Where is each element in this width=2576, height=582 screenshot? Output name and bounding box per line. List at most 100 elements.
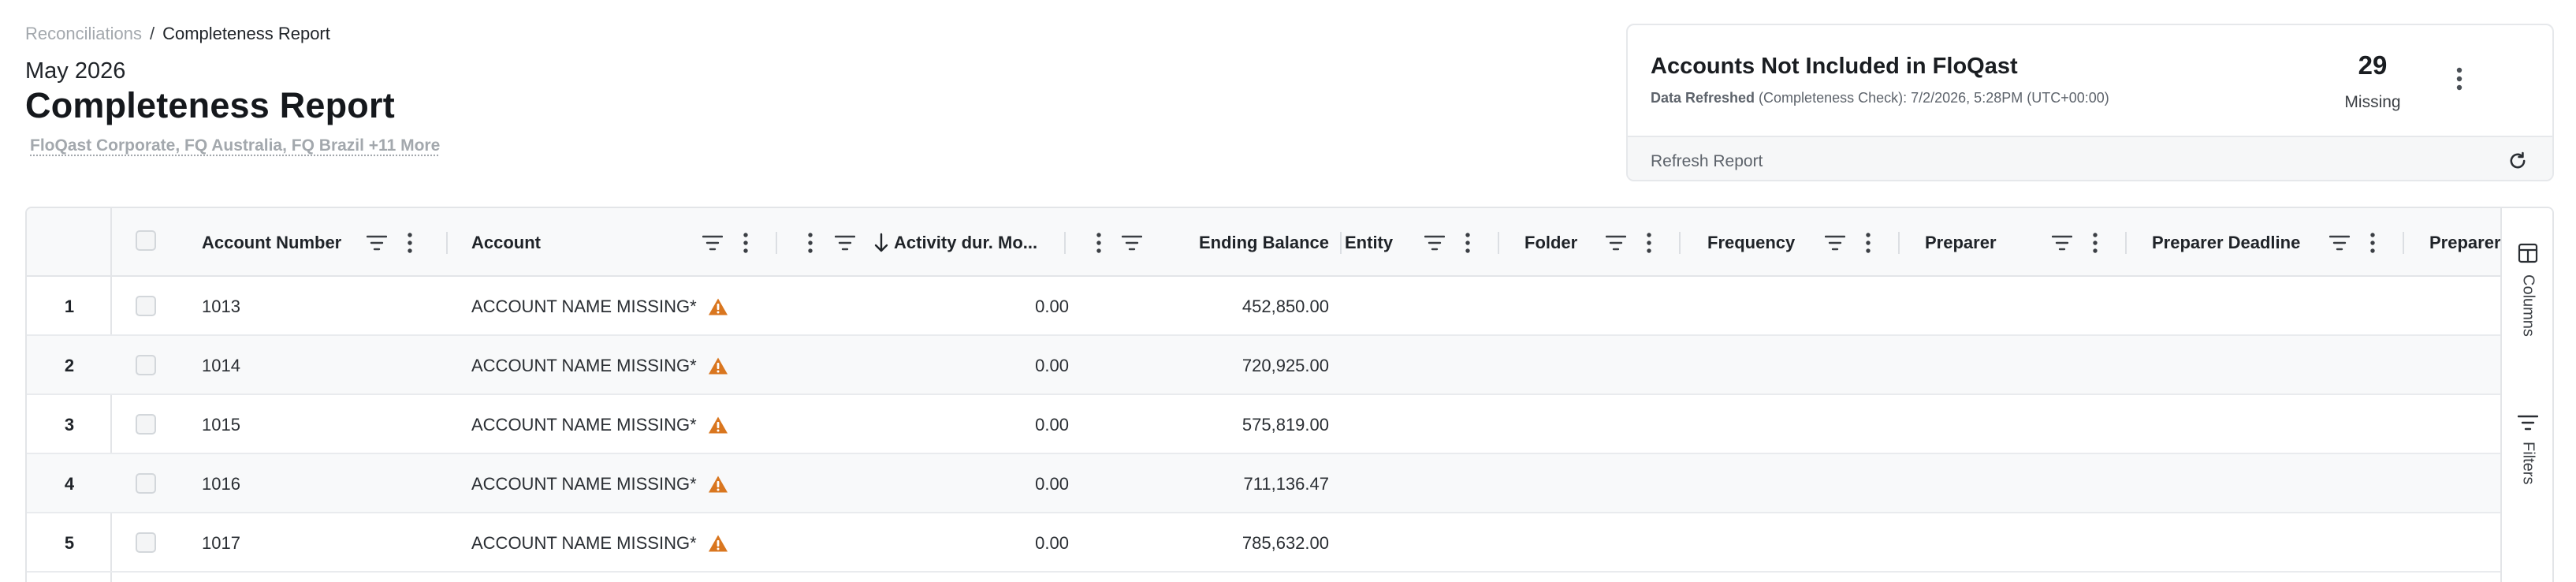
column-separator[interactable] bbox=[1898, 232, 1900, 254]
column-separator[interactable] bbox=[2125, 232, 2127, 254]
column-header-preparer-2[interactable]: Preparer bbox=[2429, 208, 2502, 277]
filters-panel-tab[interactable]: Filters bbox=[2502, 415, 2552, 485]
filter-icon bbox=[2518, 415, 2538, 431]
column-header-entity[interactable]: Entity bbox=[1345, 208, 1393, 277]
account-name: ACCOUNT NAME MISSING* bbox=[471, 473, 697, 494]
column-menu-icon[interactable] bbox=[2087, 230, 2103, 256]
account-name: ACCOUNT NAME MISSING* bbox=[471, 414, 697, 435]
data-refreshed-label: Data Refreshed bbox=[1651, 90, 1755, 106]
account-cell: ACCOUNT NAME MISSING* bbox=[471, 336, 728, 395]
row-checkbox[interactable] bbox=[136, 473, 156, 494]
columns-panel-tab[interactable]: Columns bbox=[2502, 243, 2552, 337]
column-header-preparer-deadline[interactable]: Preparer Deadline bbox=[2152, 208, 2300, 277]
column-menu-icon[interactable] bbox=[2365, 230, 2381, 256]
account-number-cell: 1015 bbox=[202, 414, 240, 435]
column-menu-icon[interactable] bbox=[1460, 230, 1476, 256]
data-refreshed-detail: (Completeness Check): 7/2/2026, 5:28PM (… bbox=[1755, 90, 2109, 106]
ending-balance-cell: 452,850.00 bbox=[1241, 296, 1329, 316]
column-menu-icon[interactable] bbox=[802, 230, 818, 256]
row-number: 5 bbox=[64, 532, 75, 553]
sort-descending-icon[interactable] bbox=[872, 230, 891, 256]
account-cell: ACCOUNT NAME MISSING* bbox=[471, 454, 728, 513]
column-separator[interactable] bbox=[1498, 232, 1499, 254]
filter-icon[interactable] bbox=[1822, 230, 1848, 256]
table-row[interactable]: 2 1014 ACCOUNT NAME MISSING* 0.00 720,92… bbox=[27, 336, 2552, 395]
row-checkbox[interactable] bbox=[136, 532, 156, 553]
filters-tab-label: Filters bbox=[2519, 442, 2537, 485]
filter-icon[interactable] bbox=[700, 230, 725, 256]
summary-card-body: Accounts Not Included in FloQast Data Re… bbox=[1628, 25, 2552, 136]
refresh-icon[interactable] bbox=[2507, 150, 2529, 172]
column-header-activity[interactable]: Activity dur. Mo... bbox=[894, 208, 1067, 277]
column-menu-icon[interactable] bbox=[1091, 230, 1107, 256]
refresh-report-bar: Refresh Report bbox=[1628, 136, 2552, 180]
account-cell: ACCOUNT NAME MISSING* bbox=[471, 277, 728, 336]
column-header-frequency[interactable]: Frequency bbox=[1707, 208, 1795, 277]
breadcrumb-separator: / bbox=[149, 24, 155, 43]
filter-icon[interactable] bbox=[364, 230, 389, 256]
row-number: 2 bbox=[64, 355, 75, 375]
summary-card: Accounts Not Included in FloQast Data Re… bbox=[1626, 24, 2554, 181]
column-menu-icon[interactable] bbox=[402, 230, 418, 256]
column-separator[interactable] bbox=[1679, 232, 1681, 254]
activity-cell: 0.00 bbox=[1035, 532, 1069, 553]
column-header-account[interactable]: Account bbox=[471, 208, 541, 277]
row-number: 1 bbox=[64, 296, 75, 316]
summary-card-title: Accounts Not Included in FloQast bbox=[1651, 54, 2018, 79]
warning-icon bbox=[708, 357, 728, 374]
column-menu-icon[interactable] bbox=[738, 230, 754, 256]
activity-cell: 0.00 bbox=[1035, 355, 1069, 375]
breadcrumb-current: Completeness Report bbox=[162, 24, 330, 43]
data-refreshed-text: Data Refreshed (Completeness Check): 7/2… bbox=[1651, 90, 2109, 106]
filter-icon[interactable] bbox=[2049, 230, 2075, 256]
filter-icon[interactable] bbox=[1603, 230, 1629, 256]
ending-balance-cell: 785,632.00 bbox=[1241, 532, 1329, 553]
column-separator[interactable] bbox=[2403, 232, 2404, 254]
card-kebab-icon[interactable] bbox=[2448, 63, 2471, 95]
account-number-cell: 1014 bbox=[202, 355, 240, 375]
filter-icon[interactable] bbox=[832, 230, 858, 256]
breadcrumb: Reconciliations / Completeness Report bbox=[25, 24, 330, 44]
warning-icon bbox=[708, 298, 728, 315]
filter-icon[interactable] bbox=[1119, 230, 1145, 256]
entity-filter-link[interactable]: FloQast Corporate, FQ Australia, FQ Braz… bbox=[30, 136, 440, 155]
column-menu-icon[interactable] bbox=[1641, 230, 1657, 256]
ending-balance-cell: 720,925.00 bbox=[1241, 355, 1329, 375]
warning-icon bbox=[708, 476, 728, 492]
activity-cell: 0.00 bbox=[1035, 296, 1069, 316]
account-number-cell: 1017 bbox=[202, 532, 240, 553]
column-separator[interactable] bbox=[1340, 232, 1342, 254]
column-separator[interactable] bbox=[776, 232, 777, 254]
filter-icon[interactable] bbox=[2327, 230, 2352, 256]
row-checkbox[interactable] bbox=[136, 296, 156, 316]
period-label: May 2026 bbox=[25, 58, 126, 84]
accounts-grid: Account Number Account Activity dur. Mo.… bbox=[25, 207, 2554, 582]
column-menu-icon[interactable] bbox=[1860, 230, 1876, 256]
activity-cell: 0.00 bbox=[1035, 473, 1069, 494]
column-header-account-number[interactable]: Account Number bbox=[202, 208, 341, 277]
row-checkbox[interactable] bbox=[136, 355, 156, 375]
warning-icon bbox=[708, 535, 728, 551]
column-separator[interactable] bbox=[1064, 232, 1066, 254]
table-row[interactable]: 5 1017 ACCOUNT NAME MISSING* 0.00 785,63… bbox=[27, 513, 2552, 573]
row-checkbox[interactable] bbox=[136, 414, 156, 435]
table-row[interactable]: 4 1016 ACCOUNT NAME MISSING* 0.00 711,13… bbox=[27, 454, 2552, 513]
column-header-folder[interactable]: Folder bbox=[1524, 208, 1577, 277]
column-separator[interactable] bbox=[446, 232, 448, 254]
breadcrumb-reconciliations-link[interactable]: Reconciliations bbox=[25, 24, 142, 44]
activity-cell: 0.00 bbox=[1035, 414, 1069, 435]
column-header-preparer[interactable]: Preparer bbox=[1925, 208, 1997, 277]
account-name: ACCOUNT NAME MISSING* bbox=[471, 355, 697, 375]
table-row[interactable]: 1 1013 ACCOUNT NAME MISSING* 0.00 452,85… bbox=[27, 277, 2552, 336]
warning-icon bbox=[708, 416, 728, 433]
filter-icon[interactable] bbox=[1422, 230, 1447, 256]
columns-icon bbox=[2518, 243, 2538, 263]
column-header-ending-balance[interactable]: Ending Balance bbox=[1146, 208, 1329, 277]
account-cell: ACCOUNT NAME MISSING* bbox=[471, 395, 728, 454]
ending-balance-cell: 711,136.47 bbox=[1243, 473, 1329, 494]
account-number-cell: 1013 bbox=[202, 296, 240, 316]
table-row[interactable]: 3 1015 ACCOUNT NAME MISSING* 0.00 575,81… bbox=[27, 395, 2552, 454]
refresh-report-button[interactable]: Refresh Report bbox=[1651, 152, 1763, 171]
missing-count: 29 bbox=[2358, 50, 2388, 80]
select-all-checkbox[interactable] bbox=[136, 230, 156, 251]
